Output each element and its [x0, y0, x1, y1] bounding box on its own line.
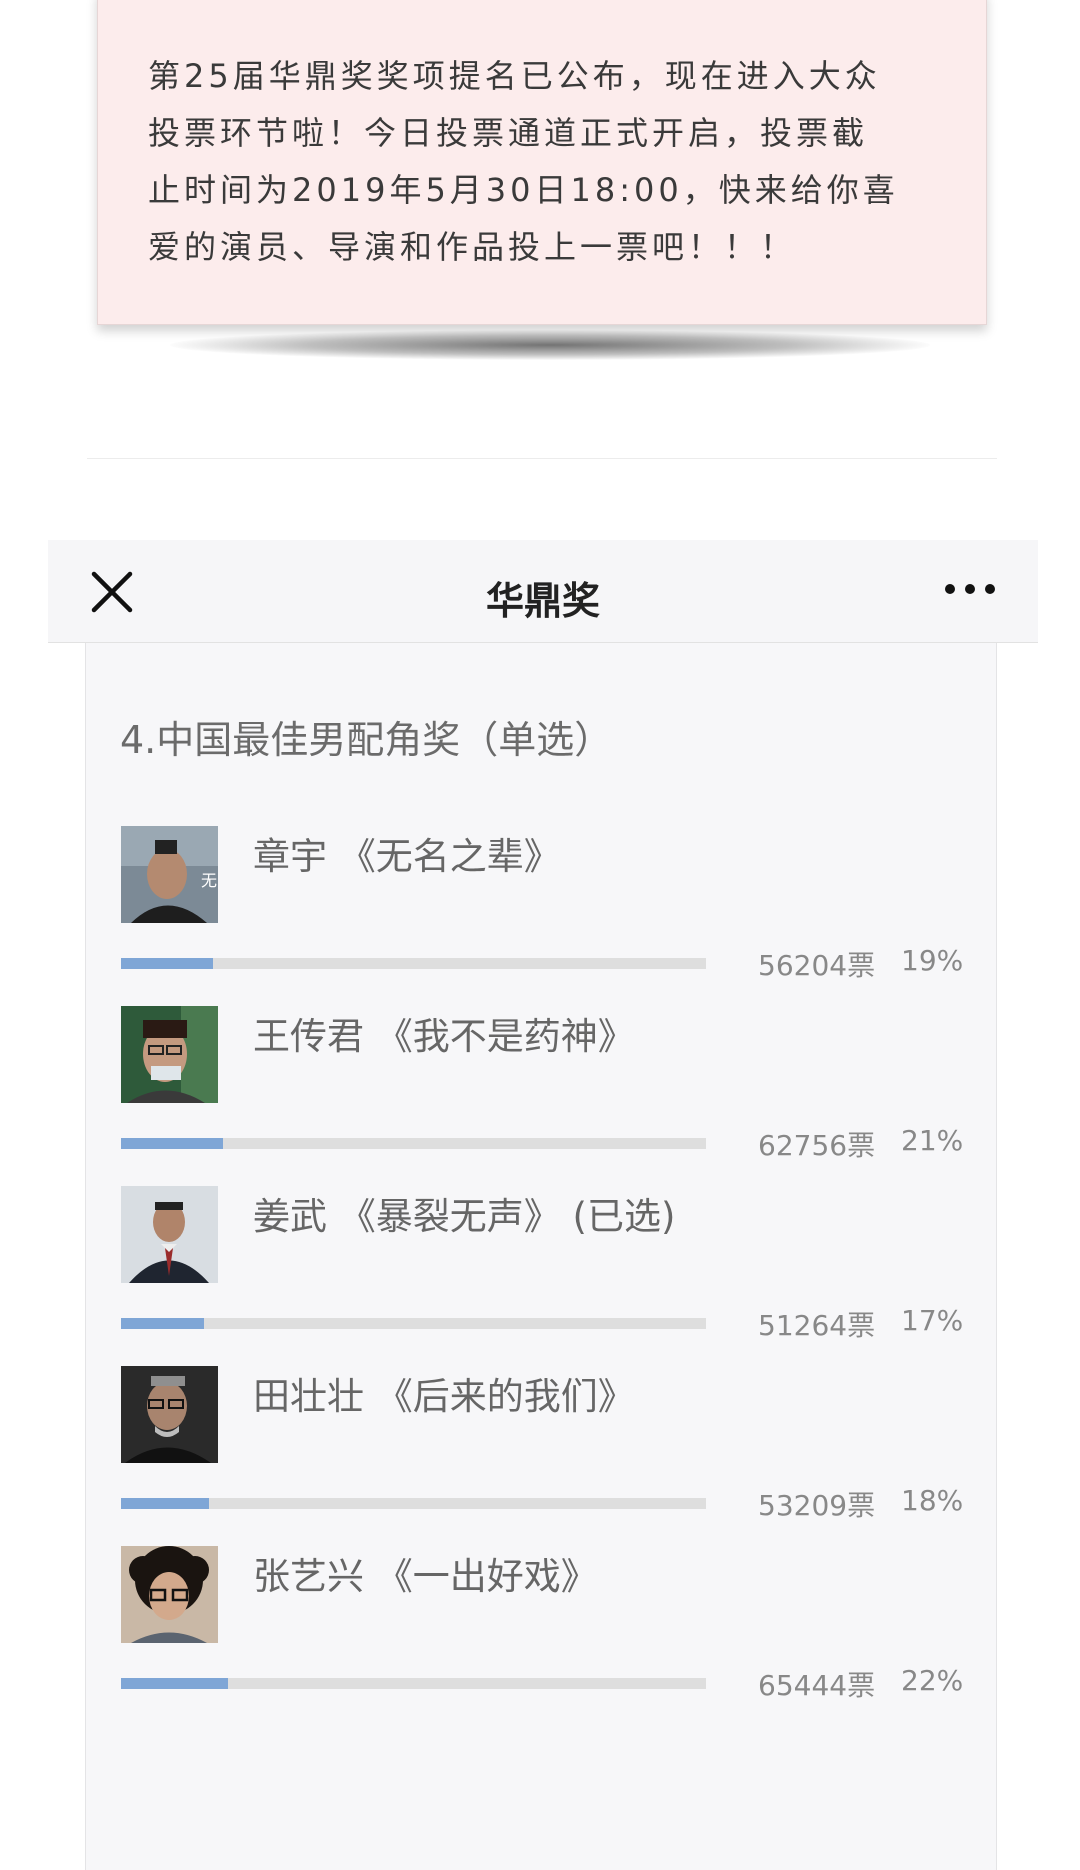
announcement-line-4: 爱的演员、导演和作品投上一票吧！！！ [148, 228, 797, 266]
announcement-section: 第25届华鼎奖奖项提名已公布，现在进入大众 投票环节啦！今日投票通道正式开启，投… [0, 0, 1080, 470]
announcement-line-3: 止时间为2019年5月30日18:00，快来给你喜 [148, 171, 899, 209]
app-header: 华鼎奖 [48, 540, 1038, 643]
option-label: 田壮壮 《后来的我们》 [253, 1375, 635, 1418]
avatar [121, 1186, 218, 1283]
option-label: 张艺兴 《一出好戏》 [253, 1555, 598, 1598]
page-title: 华鼎奖 [485, 579, 600, 623]
avatar [121, 1546, 218, 1643]
vote-bar-fill [121, 958, 213, 969]
vote-bar [121, 1498, 706, 1509]
announcement-text: 第25届华鼎奖奖项提名已公布，现在进入大众 投票环节啦！今日投票通道正式开启，投… [148, 48, 948, 276]
vote-bar [121, 1318, 706, 1329]
option-label: 章宇 《无名之辈》 [253, 835, 561, 878]
svg-text:无: 无 [201, 871, 217, 890]
option-label: 王传君 《我不是药神》 [253, 1015, 635, 1058]
question-title: 4.中国最佳男配角奖（单选） [120, 718, 613, 762]
option-label: 姜武 《暴裂无声》 (已选) [253, 1195, 676, 1238]
avatar [121, 1006, 218, 1103]
vote-percent: 22% [901, 1664, 964, 1697]
vote-bar-fill [121, 1318, 204, 1329]
vote-percent: 17% [901, 1304, 964, 1337]
poll-panel: 4.中国最佳男配角奖（单选） 无 章宇 《无名之辈》 56204票 19% 王传… [85, 643, 997, 1870]
avatar [121, 1366, 218, 1463]
poll-option[interactable]: 张艺兴 《一出好戏》 65444票 22% [86, 1546, 998, 1761]
vote-count: 56204票 [758, 949, 876, 982]
vote-count: 53209票 [758, 1489, 876, 1522]
announcement-line-2: 投票环节啦！今日投票通道正式开启，投票截 [148, 114, 869, 152]
avatar: 无 [121, 826, 218, 923]
more-button[interactable] [942, 574, 998, 604]
divider [87, 458, 997, 459]
more-icon [945, 584, 995, 594]
vote-bar-fill [121, 1138, 223, 1149]
vote-count: 65444票 [758, 1669, 876, 1702]
vote-count: 62756票 [758, 1129, 876, 1162]
vote-bar-fill [121, 1678, 228, 1689]
card-shadow [170, 330, 930, 360]
vote-bar [121, 958, 706, 969]
vote-bar [121, 1138, 706, 1149]
vote-bar-fill [121, 1498, 209, 1509]
vote-percent: 18% [901, 1484, 964, 1517]
vote-bar [121, 1678, 706, 1689]
vote-percent: 19% [901, 944, 964, 977]
vote-percent: 21% [901, 1124, 964, 1157]
announcement-line-1: 第25届华鼎奖奖项提名已公布，现在进入大众 [148, 57, 881, 95]
vote-count: 51264票 [758, 1309, 876, 1342]
